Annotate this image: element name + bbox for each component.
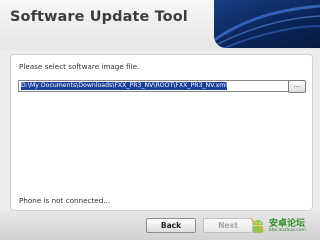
android-logo-icon <box>250 218 265 233</box>
back-button[interactable]: Back <box>146 218 196 233</box>
watermark-url: bbs.anzhuo.com <box>269 228 306 233</box>
select-file-prompt: Please select software image file. <box>19 62 140 71</box>
next-button[interactable]: Next <box>203 218 253 233</box>
content-panel: Please select software image file. D:\My… <box>10 54 313 211</box>
footer: Back Next 安卓论坛 bbs.anzhuo.com <box>0 211 320 240</box>
browse-button[interactable]: ... <box>288 80 306 93</box>
file-path-input[interactable]: D:\My Documents\Downloads\FXX_PR3_NV\ROO… <box>18 80 289 92</box>
app-title: Software Update Tool <box>10 9 188 25</box>
file-path-value: D:\My Documents\Downloads\FXX_PR3_NV\ROO… <box>21 82 227 90</box>
connection-status: Phone is not connected... <box>19 196 111 205</box>
site-watermark: 安卓论坛 bbs.anzhuo.com <box>250 215 318 237</box>
header-decoration <box>214 0 320 48</box>
header: Software Update Tool <box>0 0 320 50</box>
